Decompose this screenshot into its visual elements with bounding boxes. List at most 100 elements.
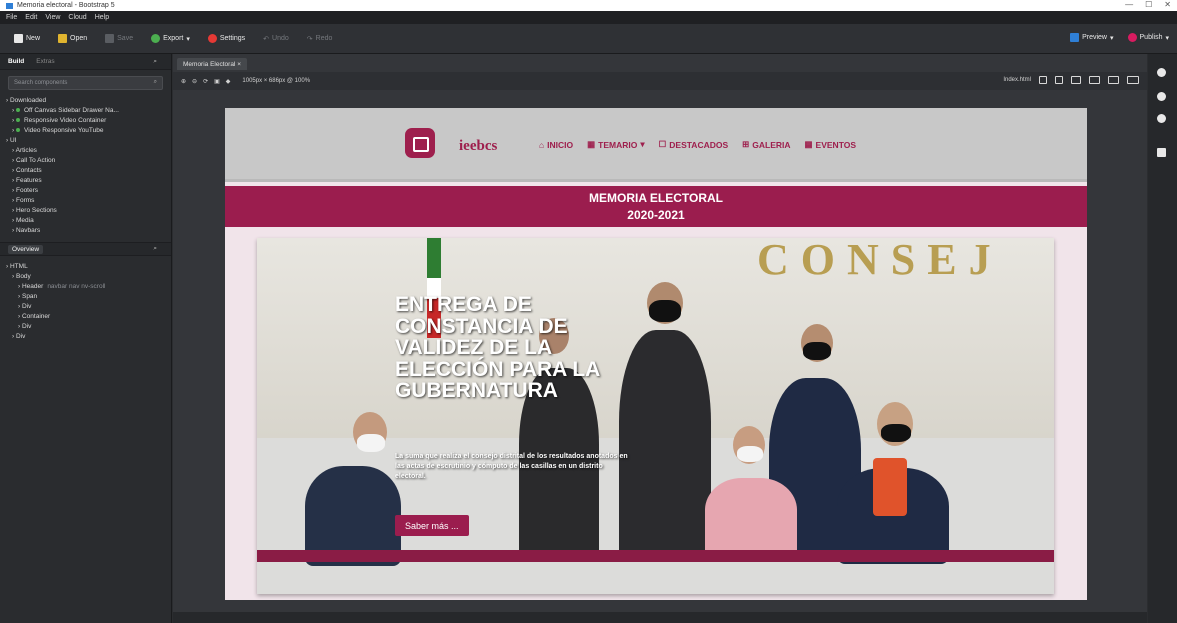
tree-item-label: Span (21, 293, 38, 300)
tree-item-label: Responsive Video Container (23, 117, 107, 124)
menu-cloud[interactable]: Cloud (68, 14, 86, 21)
overview-header: Overview ⌕ (0, 242, 171, 256)
menu-file[interactable]: File (6, 14, 17, 21)
tree-item[interactable]: › UI (6, 136, 171, 146)
window-controls: — ☐ ✕ (1125, 0, 1171, 9)
search-icon[interactable]: ⌕ (153, 245, 157, 253)
phone-icon[interactable] (1039, 76, 1047, 84)
save-button[interactable]: Save (101, 31, 137, 46)
overview-tab[interactable]: Overview (8, 244, 44, 254)
tree-item[interactable]: › Hero Sections (6, 206, 171, 216)
site-brand[interactable]: ieebcs (459, 138, 497, 155)
nav-galeria[interactable]: ⊞ GALERIA (742, 139, 790, 150)
export-button[interactable]: Export ▾ (147, 31, 194, 46)
menu-edit[interactable]: Edit (25, 14, 37, 21)
undo-button[interactable]: ↶ Undo (259, 32, 293, 46)
site-logo-icon[interactable] (405, 128, 435, 158)
image-icon[interactable]: ▣ (214, 78, 220, 85)
tree-item[interactable]: › Div (6, 302, 171, 312)
component-search-input[interactable]: Search components ⌕ (8, 76, 163, 90)
tree-item[interactable]: › Media (6, 216, 171, 226)
window-title: Memoria electoral - Bootstrap 5 (17, 2, 115, 9)
tree-item[interactable]: › Div (6, 322, 171, 332)
page-select[interactable]: Index.html (1003, 77, 1031, 83)
tree-item-label: Forms (15, 197, 35, 204)
photo-person (705, 478, 797, 558)
preview-button[interactable]: Preview ▾ (1070, 33, 1114, 42)
tree-item[interactable]: › Articles (6, 146, 171, 156)
nav-destacados[interactable]: ☐ DESTACADOS (659, 139, 729, 150)
grid-icon: ▦ (587, 139, 596, 149)
canvas-area: Memoria Electoral × ⊕ ⊖ ⟳ ▣ ◆ 1005px × 6… (173, 54, 1147, 623)
desktop-icon[interactable] (1108, 76, 1119, 84)
photo-table-cloth (257, 550, 1054, 562)
minimize-icon[interactable]: — (1125, 0, 1133, 9)
tab-build[interactable]: Build (8, 58, 24, 65)
file-icon (14, 34, 23, 43)
zoom-readout[interactable]: 1005px × 686px @ 100% (242, 78, 310, 84)
new-button[interactable]: New (10, 31, 44, 46)
search-icon[interactable]: ⌕ (153, 58, 157, 66)
tablet-icon[interactable] (1055, 76, 1063, 84)
tree-item-label: HTML (9, 263, 28, 270)
tree-item[interactable]: › Header navbar nav nv-scroll (6, 282, 171, 292)
redo-icon: ↷ (306, 35, 313, 43)
nav-temario[interactable]: ▦ TEMARIO ▾ (587, 139, 645, 150)
options-icon[interactable] (1157, 114, 1166, 123)
tab-extras[interactable]: Extras (36, 58, 54, 65)
bottom-status-bar (173, 612, 1147, 623)
publish-button[interactable]: Publish ▾ (1127, 33, 1169, 42)
tree-item[interactable]: › Call To Action (6, 156, 171, 166)
zoom-in-icon[interactable]: ⊕ (181, 78, 186, 85)
menu-view[interactable]: View (45, 14, 60, 21)
tree-item[interactable]: › Off Canvas Sidebar Drawer Na... (6, 106, 171, 116)
redo-button[interactable]: ↷ Redo (303, 32, 337, 46)
tree-item[interactable]: › Container (6, 312, 171, 322)
saber-mas-button[interactable]: Saber más ... (395, 515, 469, 536)
tree-item[interactable]: › Contacts (6, 166, 171, 176)
hero-title: ENTREGA DE CONSTANCIA DE VALIDEZ DE LA E… (395, 293, 600, 402)
face-mask (357, 434, 385, 452)
tree-item[interactable]: › Body (6, 272, 171, 282)
menu-help[interactable]: Help (95, 14, 109, 21)
tree-item-label: Hero Sections (15, 207, 57, 214)
tree-item[interactable]: › Features (6, 176, 171, 186)
hero-wall-lettering: CONSEJ (757, 238, 1003, 284)
brush-icon[interactable] (1157, 68, 1166, 77)
face-mask (649, 300, 681, 322)
folder-icon (58, 34, 68, 43)
close-icon[interactable]: ✕ (1164, 0, 1171, 9)
tree-item[interactable]: › Footers (6, 186, 171, 196)
zoom-out-icon[interactable]: ⊖ (192, 78, 197, 85)
hero-carousel[interactable]: CONSEJ ENTREGA DE CONSTANCIA DE VALIDEZ … (257, 238, 1054, 594)
laptop-icon[interactable] (1089, 76, 1100, 84)
app-icon (6, 2, 13, 9)
tree-item-label: UI (9, 137, 17, 144)
tablet-landscape-icon[interactable] (1071, 76, 1081, 84)
wide-desktop-icon[interactable] (1127, 76, 1139, 84)
tree-item[interactable]: › Navbars (6, 226, 171, 236)
refresh-icon[interactable]: ⟳ (203, 78, 208, 85)
tree-item[interactable]: › Div (6, 332, 171, 342)
tree-item[interactable]: › HTML (6, 262, 171, 272)
document-tab[interactable]: Memoria Electoral × (177, 58, 247, 70)
tree-item[interactable]: › Responsive Video Container (6, 116, 171, 126)
tree-item[interactable]: › Downloaded (6, 96, 171, 106)
maximize-icon[interactable]: ☐ (1145, 0, 1152, 9)
gear-icon[interactable] (1157, 92, 1166, 101)
component-dot-icon (15, 118, 20, 123)
color-icon[interactable]: ◆ (226, 78, 231, 85)
tree-item-label: Div (15, 333, 26, 340)
open-button[interactable]: Open (54, 31, 91, 46)
tree-item[interactable]: › Span (6, 292, 171, 302)
tree-item[interactable]: › Video Responsive YouTube (6, 126, 171, 136)
page-preview[interactable]: ieebcs ⌂ INICIO ▦ TEMARIO ▾ ☐ DESTACADOS ⊞ GA… (225, 108, 1087, 600)
close-icon[interactable]: × (237, 61, 241, 68)
settings-button[interactable]: Settings (204, 31, 249, 46)
nav-eventos[interactable]: ▦ EVENTOS (805, 139, 857, 150)
nav-inicio[interactable]: ⌂ INICIO (539, 139, 573, 150)
chevron-down-icon: ▾ (640, 139, 645, 149)
tree-item[interactable]: › Forms (6, 196, 171, 206)
memoria-banner: MEMORIA ELECTORAL 2020-2021 (225, 186, 1087, 227)
folder-icon[interactable] (1157, 148, 1166, 157)
